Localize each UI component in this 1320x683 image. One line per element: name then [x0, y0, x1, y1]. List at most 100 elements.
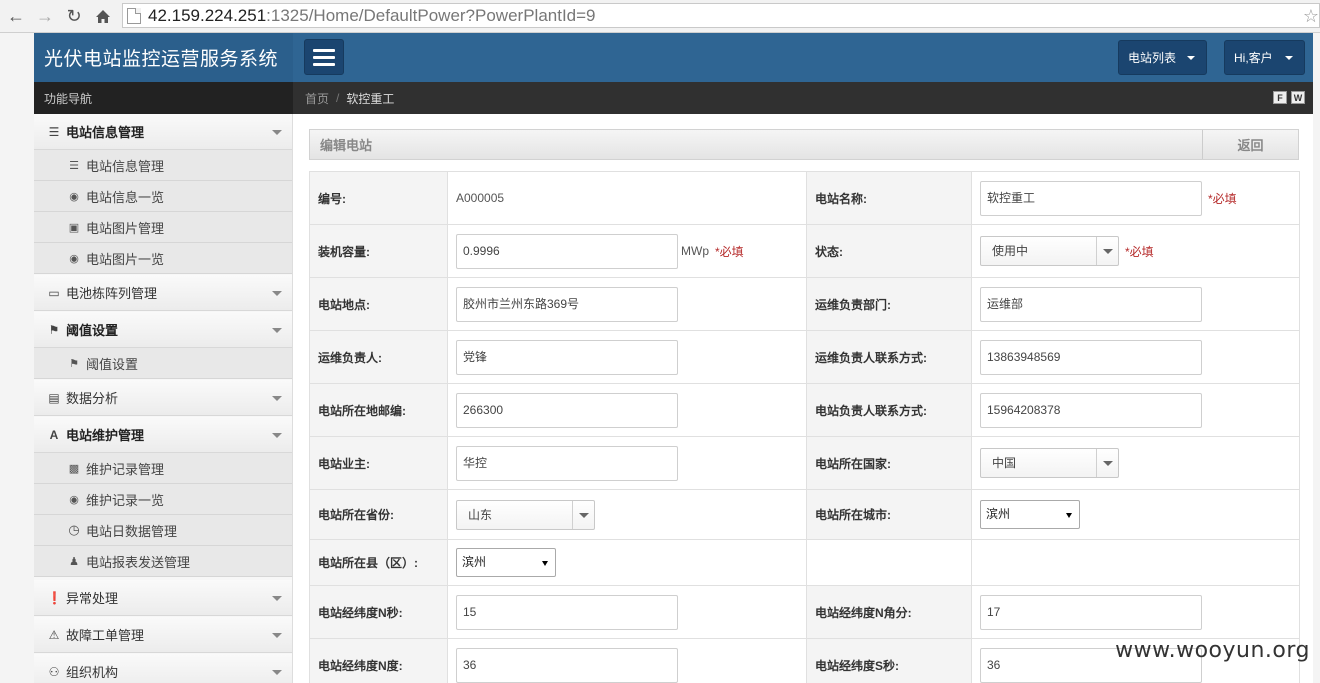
- sidebar-group-fault-orders[interactable]: ⚠ 故障工单管理: [34, 617, 292, 653]
- form-row: 编号: A000005 电站名称: 软控重工 *必填: [309, 171, 1300, 225]
- zip-input[interactable]: 266300: [456, 392, 678, 428]
- station-list-dropdown[interactable]: 电站列表: [1118, 40, 1207, 75]
- warning-icon: ⚠: [48, 627, 60, 642]
- form-row: 电站经纬度N秒: 15 电站经纬度N角分: 17: [309, 585, 1300, 639]
- chevron-down-icon: [272, 433, 282, 438]
- reload-icon[interactable]: ↻: [62, 5, 86, 27]
- sidebar-item-label: 维护记录一览: [86, 492, 165, 508]
- back-arrow-icon[interactable]: ←: [4, 5, 28, 27]
- city-label: 电站所在城市:: [806, 489, 972, 540]
- capacity-input[interactable]: 0.9996: [456, 233, 678, 269]
- breadcrumb-bar: 功能导航 首页 / 软控重工 F W: [34, 82, 1313, 114]
- sidebar-group-label: 故障工单管理: [66, 628, 145, 643]
- home-icon[interactable]: [91, 5, 115, 27]
- font-icon: A: [49, 427, 59, 442]
- ops-dept-label: 运维负责部门:: [806, 277, 972, 331]
- url-host: 42.159.224.251: [148, 5, 267, 25]
- sidebar-group-label: 异常处理: [66, 591, 119, 606]
- breadcrumb-separator: /: [336, 91, 340, 105]
- bookmark-star-icon[interactable]: ☆: [1303, 6, 1319, 27]
- chevron-down-icon: [272, 291, 282, 296]
- user-menu-dropdown[interactable]: Hi,客户: [1224, 40, 1305, 75]
- country-select[interactable]: 中国: [980, 448, 1119, 478]
- app-brand[interactable]: 光伏电站监控运营服务系统: [34, 33, 293, 82]
- lng-sec-input[interactable]: 15: [456, 594, 678, 630]
- sidebar-item-daily-data[interactable]: ◷ 电站日数据管理: [34, 515, 292, 546]
- breadcrumb-home[interactable]: 首页: [305, 90, 329, 107]
- sidebar-item-label: 电站信息一览: [86, 189, 165, 205]
- sidebar: ☰ 电站信息管理 ☰ 电站信息管理 ◉ 电站信息一览 ▣ 电站图片管理 ◉ 电站…: [34, 114, 293, 683]
- sidebar-item-label: 电站图片一览: [86, 251, 165, 267]
- breadcrumb: 首页 / 软控重工: [305, 82, 394, 114]
- capacity-label: 装机容量:: [309, 224, 448, 278]
- width-w-button[interactable]: W: [1291, 91, 1305, 104]
- address-bar[interactable]: 42.159.224.251:1325/Home/DefaultPower?Po…: [122, 3, 1320, 28]
- county-select[interactable]: 滨州: [456, 548, 556, 577]
- owner-input[interactable]: 华控: [456, 445, 678, 481]
- country-select-value: 中国: [992, 456, 1017, 470]
- required-mark: *必填: [1125, 244, 1154, 259]
- sidebar-group-label: 电站维护管理: [66, 428, 145, 443]
- lat-sec-label: 电站经纬度S秒:: [806, 638, 972, 683]
- panel-header: 编辑电站 返回: [309, 129, 1299, 160]
- sidebar-group-label: 数据分析: [66, 391, 119, 406]
- list-icon: ☰: [48, 124, 60, 139]
- sidebar-group-threshold[interactable]: ⚑ 阈值设置: [34, 312, 292, 348]
- form-row: 装机容量: 0.9996 MWp *必填 状态: 使用中 *必填: [309, 224, 1300, 278]
- sidebar-group-data-analysis[interactable]: ▤ 数据分析: [34, 380, 292, 416]
- chevron-down-icon: [272, 670, 282, 675]
- sidebar-group-maintenance[interactable]: A 电站维护管理: [34, 417, 292, 453]
- sidebar-group-label: 阈值设置: [66, 323, 119, 338]
- capacity-unit: MWp: [681, 244, 709, 258]
- status-select[interactable]: 使用中: [980, 236, 1119, 266]
- lng-min-label: 电站经纬度N角分:: [806, 585, 972, 639]
- ops-dept-input[interactable]: 运维部: [980, 286, 1202, 322]
- station-name-input[interactable]: 软控重工: [980, 180, 1202, 216]
- city-select[interactable]: 滨州: [980, 500, 1080, 529]
- sidebar-item-station-picture-view[interactable]: ◉ 电站图片一览: [34, 243, 292, 274]
- ops-person-input[interactable]: 党锋: [456, 339, 678, 375]
- sidebar-item-station-info-manage[interactable]: ☰ 电站信息管理: [34, 150, 292, 181]
- sidebar-item-label: 维护记录管理: [86, 461, 165, 477]
- station-list-label: 电站列表: [1128, 51, 1177, 65]
- form-row: 电站所在地邮编: 266300 电站负责人联系方式: 15964208378: [309, 383, 1300, 437]
- status-label: 状态:: [806, 224, 972, 278]
- lng-deg-label: 电站经纬度N度:: [309, 638, 448, 683]
- station-phone-input[interactable]: 15964208378: [980, 392, 1202, 428]
- flag-icon: ⚑: [48, 322, 60, 337]
- province-select-value: 山东: [468, 507, 493, 522]
- ops-person-label: 运维负责人:: [309, 330, 448, 384]
- sidebar-group-organization[interactable]: ⚇ 组织机构: [34, 654, 292, 683]
- sidebar-item-threshold-settings[interactable]: ⚑ 阈值设置: [34, 348, 292, 379]
- sidebar-item-report-sending[interactable]: ♟ 电站报表发送管理: [34, 546, 292, 577]
- fullscreen-f-button[interactable]: F: [1273, 91, 1287, 104]
- lng-sec-label: 电站经纬度N秒:: [309, 585, 448, 639]
- sidebar-item-maintenance-records[interactable]: ▩ 维护记录管理: [34, 453, 292, 484]
- code-label: 编号:: [309, 171, 448, 225]
- sidebar-item-station-picture-manage[interactable]: ▣ 电站图片管理: [34, 212, 292, 243]
- county-label: 电站所在县（区）:: [309, 539, 448, 586]
- lng-min-input[interactable]: 17: [980, 594, 1202, 630]
- ops-phone-input[interactable]: 13863948569: [980, 339, 1202, 375]
- app-header: 光伏电站监控运营服务系统 电站列表 Hi,客户: [34, 33, 1313, 82]
- menu-toggle-button[interactable]: [304, 39, 344, 75]
- chevron-down-icon: [272, 633, 282, 638]
- user-icon: ♟: [69, 555, 79, 568]
- chevron-down-icon: [1096, 449, 1118, 477]
- location-input[interactable]: 胶州市兰州东路369号: [456, 286, 678, 322]
- forward-arrow-icon[interactable]: →: [33, 5, 57, 27]
- back-button[interactable]: 返回: [1202, 130, 1298, 159]
- station-phone-label: 电站负责人联系方式:: [806, 383, 972, 437]
- sidebar-group-battery-array[interactable]: ▭ 电池栋阵列管理: [34, 275, 292, 311]
- sidebar-group-station-info[interactable]: ☰ 电站信息管理: [34, 114, 292, 150]
- hdd-icon: ▤: [48, 390, 60, 405]
- zip-label: 电站所在地邮编:: [309, 383, 448, 437]
- sidebar-item-maintenance-view[interactable]: ◉ 维护记录一览: [34, 484, 292, 515]
- sidebar-group-exception[interactable]: ❗ 异常处理: [34, 580, 292, 616]
- province-select[interactable]: 山东: [456, 499, 595, 530]
- form-row: 电站地点: 胶州市兰州东路369号 运维负责部门: 运维部: [309, 277, 1300, 331]
- form-row: 电站所在县（区）: 滨州: [309, 539, 1300, 586]
- sidebar-item-station-info-view[interactable]: ◉ 电站信息一览: [34, 181, 292, 212]
- lng-deg-input[interactable]: 36: [456, 647, 678, 683]
- country-label: 电站所在国家:: [806, 436, 972, 490]
